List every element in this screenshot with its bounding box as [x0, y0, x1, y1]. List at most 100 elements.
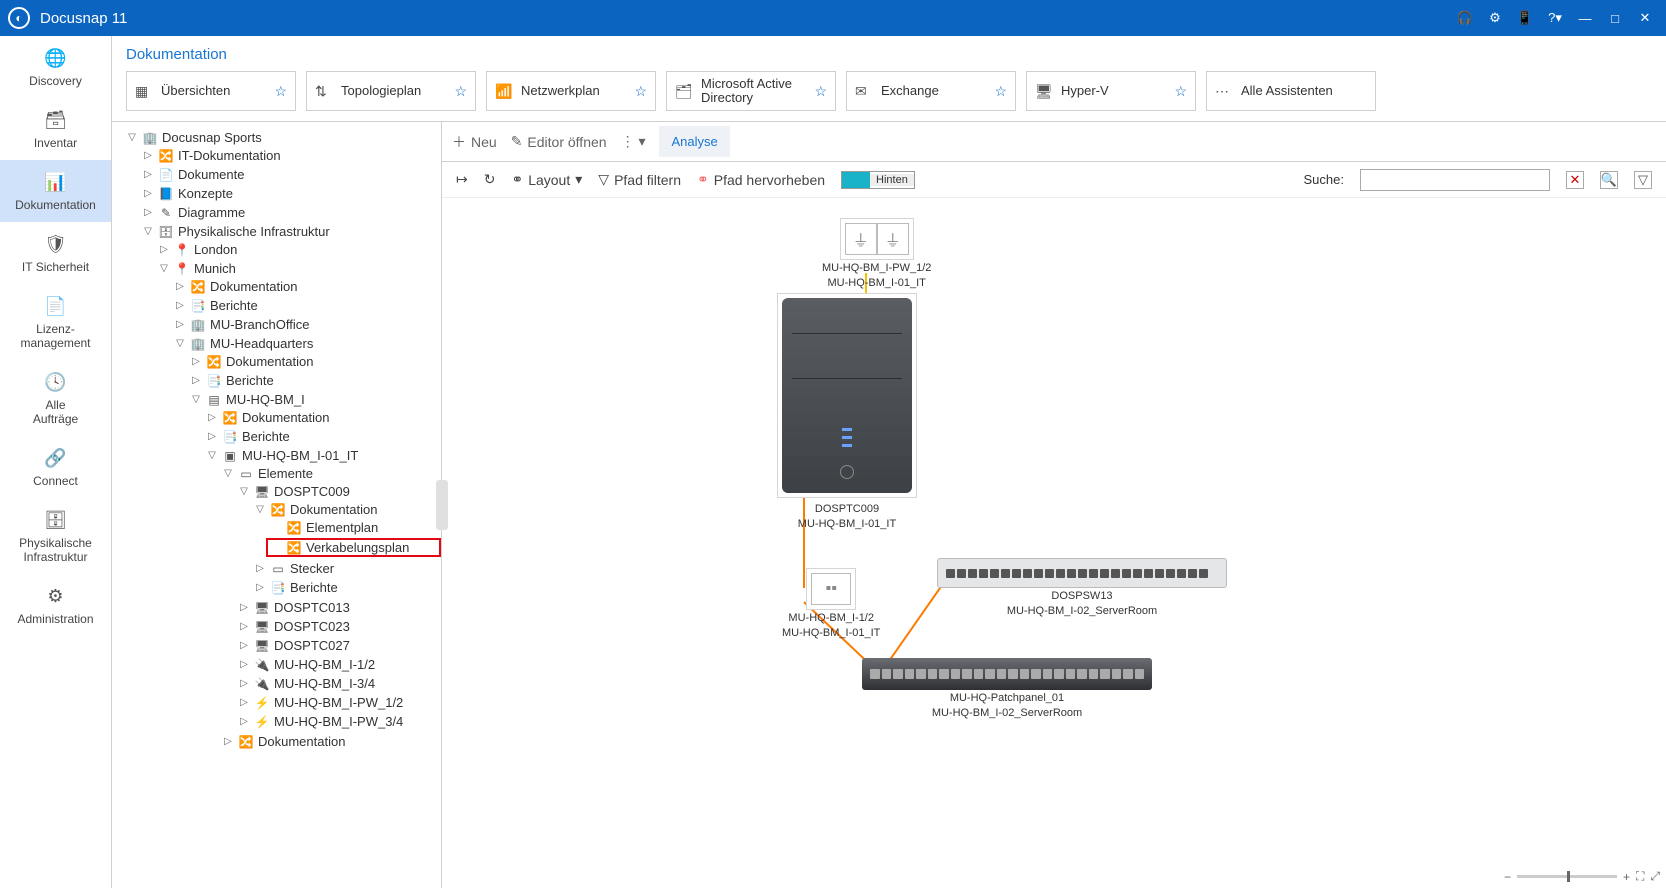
device-icon[interactable]: 📱 [1512, 5, 1538, 31]
filter-icon[interactable]: ▽ [1634, 171, 1652, 189]
nav-auftraege[interactable]: 🕓Alle Aufträge [0, 360, 111, 436]
cog-icon: ⚙ [44, 584, 68, 608]
tree-i12[interactable]: ▷🔌MU-HQ-BM_I-1/2 [234, 656, 441, 673]
tree-i34[interactable]: ▷🔌MU-HQ-BM_I-3/4 [234, 675, 441, 692]
tree-root[interactable]: ▽🏢Docusnap Sports [122, 129, 441, 146]
diagram-pc[interactable]: DOSPTC009 MU-HQ-BM_I-01_IT [777, 293, 917, 531]
zoom-in-icon[interactable]: + [1623, 870, 1630, 884]
filter-path-button[interactable]: ▽Pfad filtern [598, 171, 681, 188]
tree-london[interactable]: ▷📍London [154, 241, 441, 258]
star-icon[interactable]: ☆ [274, 83, 287, 100]
tile-all-wizards[interactable]: ⋯Alle Assistenten [1206, 71, 1376, 111]
help-icon[interactable]: ?▾ [1542, 5, 1568, 31]
tree-bm-doku[interactable]: ▷🔀Dokumentation [202, 409, 441, 426]
search-icon[interactable]: 🔍 [1600, 171, 1618, 189]
tree-pc009-berichte[interactable]: ▷📑Berichte [250, 579, 441, 596]
refresh-icon[interactable]: ↻ [484, 171, 496, 188]
zoom-slider[interactable] [1517, 875, 1617, 878]
star-icon[interactable]: ☆ [454, 83, 467, 100]
tab-analyse[interactable]: Analyse [659, 126, 729, 157]
fullscreen-icon[interactable]: ⤢ [1650, 869, 1660, 884]
tree-pc009[interactable]: ▽🖥DOSPTC009 [234, 483, 441, 500]
maximize-icon[interactable]: □ [1602, 5, 1628, 31]
highlight-path-button[interactable]: ⚭Pfad hervorheben [697, 171, 825, 188]
tree-konzepte[interactable]: ▷📘Konzepte [138, 185, 441, 202]
legend-hinten[interactable]: Hinten [841, 171, 915, 189]
tree-panel[interactable]: ▽🏢Docusnap Sports ▷🔀IT-Dokumentation ▷📄D… [112, 122, 442, 888]
close-icon[interactable]: ✕ [1632, 5, 1658, 31]
tree-phys[interactable]: ▽🗄Physikalische Infrastruktur [138, 223, 441, 240]
minimize-icon[interactable]: — [1572, 5, 1598, 31]
patchpanel-icon [862, 658, 1152, 690]
more-icon: ⋯ [1215, 83, 1233, 100]
tile-ad[interactable]: 🗂Microsoft Active Directory☆ [666, 71, 836, 111]
tile-hyperv[interactable]: 🖥Hyper-V☆ [1026, 71, 1196, 111]
nav-lizenz[interactable]: 📄Lizenz- management [0, 284, 111, 360]
pencil-icon: ✎ [511, 133, 523, 150]
clock-icon: 🕓 [44, 370, 68, 394]
action-bar: ＋Neu ✎Editor öffnen ⋮ ▾ Analyse [442, 122, 1666, 162]
switch-icon [937, 558, 1227, 588]
nav-administration[interactable]: ⚙Administration [0, 574, 111, 636]
tree-diagramme[interactable]: ▷✎Diagramme [138, 204, 441, 221]
tree-room[interactable]: ▽▣MU-HQ-BM_I-01_IT [202, 447, 441, 464]
tree-munich[interactable]: ▽📍Munich [154, 260, 441, 277]
nav-it-sicherheit[interactable]: 🛡IT Sicherheit [0, 222, 111, 284]
star-icon[interactable]: ☆ [634, 83, 647, 100]
star-icon[interactable]: ☆ [1174, 83, 1187, 100]
tree-room-doku[interactable]: ▷🔀Dokumentation [218, 733, 441, 750]
tree-elemente[interactable]: ▽▭Elemente [218, 465, 441, 482]
tree-pc009-doku[interactable]: ▽🔀Dokumentation [250, 501, 441, 518]
tile-uebersichten[interactable]: ▦Übersichten☆ [126, 71, 296, 111]
layout-menu[interactable]: ⚭Layout ▾ [511, 171, 582, 188]
star-icon[interactable]: ☆ [994, 83, 1007, 100]
diagram-canvas[interactable]: ⏚⏚ MU-HQ-BM_I-PW_1/2 MU-HQ-BM_I-01_IT DO… [442, 198, 1666, 888]
tree-stecker[interactable]: ▷▭Stecker [250, 560, 441, 577]
nav-connect[interactable]: 🔗Connect [0, 436, 111, 498]
clear-search-icon[interactable]: ✕ [1566, 171, 1584, 189]
tree-munich-berichte[interactable]: ▷📑Berichte [170, 297, 441, 314]
tree-hq-doku[interactable]: ▷🔀Dokumentation [186, 353, 441, 370]
new-button[interactable]: ＋Neu [452, 132, 497, 152]
tile-topologie[interactable]: ⇅Topologieplan☆ [306, 71, 476, 111]
fit-icon[interactable]: ⛶ [1636, 869, 1644, 884]
tree-munich-doku[interactable]: ▷🔀Dokumentation [170, 278, 441, 295]
tree-pc027[interactable]: ▷🖥DOSPTC027 [234, 637, 441, 654]
tree-pc013[interactable]: ▷🖥DOSPTC013 [234, 599, 441, 616]
expand-icon[interactable]: ↦ [456, 171, 468, 188]
nav-dokumentation[interactable]: 📊Dokumentation [0, 160, 111, 222]
tree-hq[interactable]: ▽🏢MU-Headquarters [170, 335, 441, 352]
tree-verkabelungsplan[interactable]: 🔀Verkabelungsplan [266, 538, 441, 557]
link-icon: 🔗 [44, 446, 68, 470]
tree-dokumente[interactable]: ▷📄Dokumente [138, 166, 441, 183]
gear-icon[interactable]: ⚙ [1482, 5, 1508, 31]
search-input[interactable] [1360, 169, 1550, 191]
zoom-out-icon[interactable]: − [1504, 870, 1511, 884]
tile-exchange[interactable]: ✉Exchange☆ [846, 71, 1016, 111]
sidebar-nav: 🌐Discovery 🗃Inventar 📊Dokumentation 🛡IT … [0, 36, 112, 888]
wall-jack-icon: ▪▪ [811, 573, 851, 605]
tree-branch[interactable]: ▷🏢MU-BranchOffice [170, 316, 441, 333]
headset-icon[interactable]: 🎧 [1452, 5, 1478, 31]
tree-bm[interactable]: ▽▤MU-HQ-BM_I [186, 391, 441, 408]
tree-bm-berichte[interactable]: ▷📑Berichte [202, 428, 441, 445]
more-menu[interactable]: ⋮ ▾ [621, 133, 646, 150]
breadcrumb: Dokumentation [112, 36, 1666, 71]
tree-pc023[interactable]: ▷🖥DOSPTC023 [234, 618, 441, 635]
diagram-wall-jack[interactable]: ▪▪ MU-HQ-BM_I-1/2 MU-HQ-BM_I-01_IT [782, 568, 880, 640]
tree-pw12[interactable]: ▷⚡MU-HQ-BM_I-PW_1/2 [234, 694, 441, 711]
star-icon[interactable]: ☆ [814, 83, 827, 100]
tree-hq-berichte[interactable]: ▷📑Berichte [186, 372, 441, 389]
diagram-switch[interactable]: DOSPSW13 MU-HQ-BM_I-02_ServerRoom [937, 558, 1227, 618]
diagram-patchpanel[interactable]: MU-HQ-Patchpanel_01 MU-HQ-BM_I-02_Server… [862, 658, 1152, 720]
diagram-power-outlet[interactable]: ⏚⏚ MU-HQ-BM_I-PW_1/2 MU-HQ-BM_I-01_IT [822, 218, 931, 290]
tree-pw34[interactable]: ▷⚡MU-HQ-BM_I-PW_3/4 [234, 713, 441, 730]
editor-open-button[interactable]: ✎Editor öffnen [511, 133, 607, 150]
tile-netzwerk[interactable]: 📶Netzwerkplan☆ [486, 71, 656, 111]
branch-icon: ⚭ [697, 171, 709, 188]
nav-phys-infra[interactable]: 🗄Physikalische Infrastruktur [0, 498, 111, 574]
nav-inventar[interactable]: 🗃Inventar [0, 98, 111, 160]
tree-itdoc[interactable]: ▷🔀IT-Dokumentation [138, 147, 441, 164]
nav-discovery[interactable]: 🌐Discovery [0, 36, 111, 98]
tree-elementplan[interactable]: 🔀Elementplan [266, 519, 441, 536]
